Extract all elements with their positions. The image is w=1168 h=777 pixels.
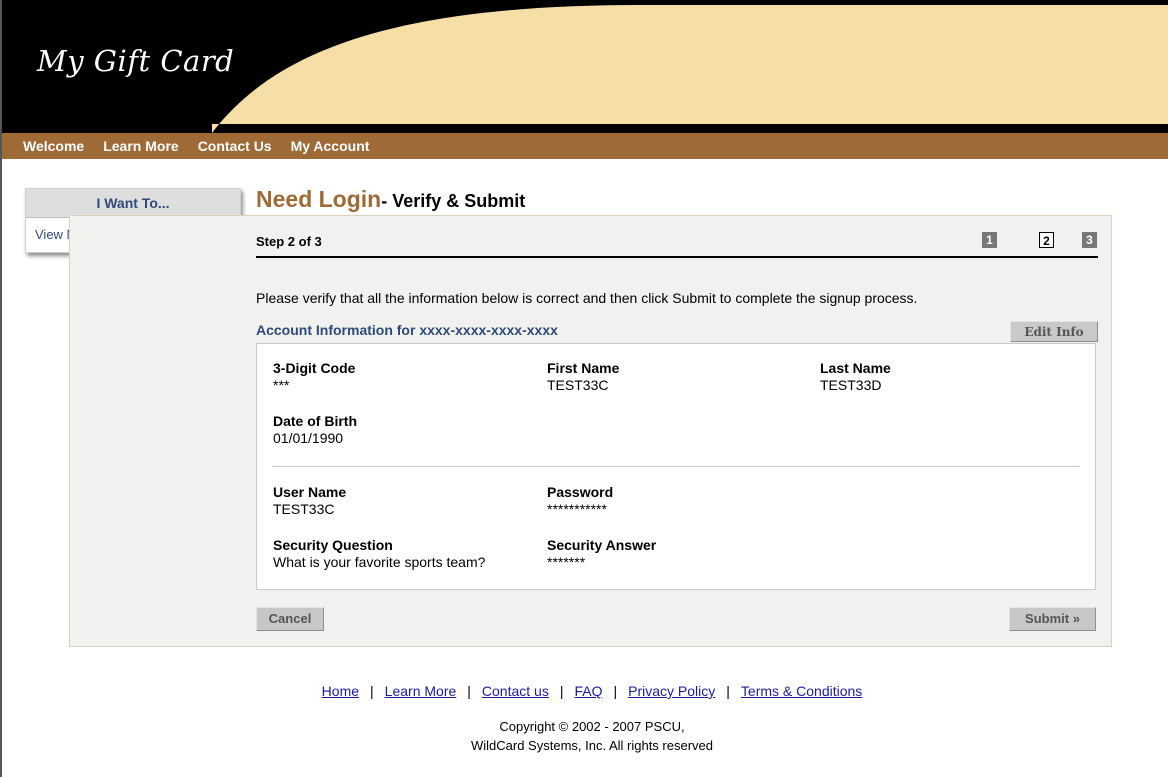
field-password: Password *********** [547, 484, 613, 517]
footer-link-faq[interactable]: FAQ [574, 683, 602, 699]
site-header: My Gift Card [2, 0, 1168, 133]
footer-links: Home | Learn More | Contact us | FAQ | Privacy P… [0, 683, 1168, 699]
account-title: Account Information for xxxx-xxxx-xxxx-x… [256, 322, 558, 338]
footer-link-privacy-policy[interactable]: Privacy Policy [628, 683, 715, 699]
site-logo[interactable]: My Gift Card [37, 44, 234, 78]
copyright-line-1: Copyright © 2002 - 2007 PSCU, [499, 719, 685, 734]
nav-my-account[interactable]: My Account [291, 138, 370, 154]
step-3-box: 3 [1082, 232, 1097, 248]
field-first-name: First Name TEST33C [547, 360, 619, 393]
field-value: *** [273, 377, 290, 393]
footer-separator: | [370, 683, 374, 699]
copyright-line-2: WildCard Systems, Inc. All rights reserv… [470, 738, 714, 753]
sidebar-title: I Want To... [26, 189, 240, 218]
step-2-box-current: 2 [1039, 232, 1054, 248]
field-label: Date of Birth [273, 413, 357, 429]
footer-link-contact-us[interactable]: Contact us [482, 683, 549, 699]
field-last-name: Last Name TEST33D [820, 360, 891, 393]
field-value: TEST33C [273, 501, 335, 517]
submit-button[interactable]: Submit » [1009, 607, 1096, 631]
field-security-question: Security Question What is your favorite … [273, 537, 485, 570]
field-user-name: User Name TEST33C [273, 484, 346, 517]
footer-separator: | [613, 683, 618, 699]
field-label: First Name [547, 360, 620, 376]
nav-welcome[interactable]: Welcome [23, 138, 84, 154]
nav-contact-us[interactable]: Contact Us [198, 138, 272, 154]
field-security-answer: Security Answer ******* [547, 537, 656, 570]
field-label: Last Name [820, 360, 891, 376]
step-label: Step 2 of 3 [256, 234, 322, 249]
footer-link-terms[interactable]: Terms & Conditions [741, 683, 862, 699]
field-value: What is your favorite sports team? [273, 554, 486, 570]
field-label: Security Answer [547, 537, 657, 553]
step-indicator: Step 2 of 3 1 2 3 [256, 229, 1098, 258]
field-label: Password [547, 484, 614, 500]
field-date-of-birth: Date of Birth 01/01/1990 [273, 413, 357, 446]
copyright: Copyright © 2002 - 2007 PSCU, WildCard S… [0, 717, 1168, 755]
field-value: *********** [547, 501, 607, 517]
footer-separator: | [726, 683, 730, 699]
field-label: User Name [273, 484, 347, 500]
field-value: 01/01/1990 [273, 430, 344, 446]
field-value: TEST33C [547, 377, 609, 393]
field-label: Security Question [273, 537, 393, 553]
footer-link-home[interactable]: Home [322, 683, 359, 699]
footer-separator: | [467, 683, 471, 699]
edit-info-button[interactable]: Edit Info [1010, 321, 1098, 342]
account-info-box: 3-Digit Code *** First Name TEST33C Last… [256, 343, 1096, 590]
footer-separator: | [559, 683, 564, 699]
nav-learn-more[interactable]: Learn More [103, 138, 178, 154]
section-divider [273, 466, 1079, 467]
field-value: ******* [547, 554, 586, 570]
footer-link-learn-more[interactable]: Learn More [385, 683, 457, 699]
step-1-box: 1 [982, 232, 997, 248]
page-title-sub: - Verify & Submit [381, 191, 526, 211]
cancel-button[interactable]: Cancel [256, 607, 324, 631]
page-title-main: Need Login [256, 186, 382, 212]
instruction-text: Please verify that all the information b… [256, 290, 918, 306]
field-value: TEST33D [820, 377, 882, 393]
main-nav: Welcome Learn More Contact Us My Account [2, 133, 1168, 159]
field-3-digit-code: 3-Digit Code *** [273, 360, 355, 393]
account-header: Account Information for xxxx-xxxx-xxxx-x… [256, 321, 1098, 343]
field-label: 3-Digit Code [273, 360, 356, 376]
page-title: Need Login- Verify & Submit [256, 186, 525, 213]
